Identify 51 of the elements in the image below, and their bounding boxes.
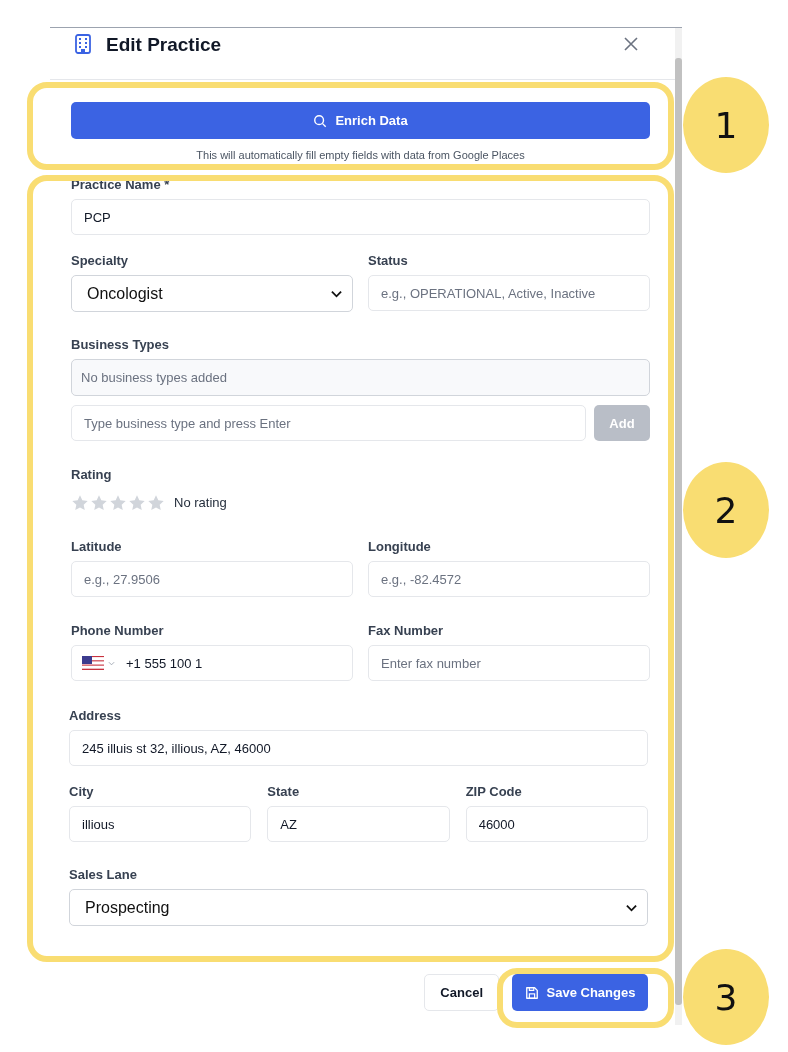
flag-icon[interactable] xyxy=(82,656,104,671)
caret-icon[interactable] xyxy=(108,661,115,666)
star-rating[interactable] xyxy=(71,494,165,511)
star-icon[interactable] xyxy=(71,494,89,511)
field-label: Business Types xyxy=(71,337,171,353)
field-label: ZIP Code xyxy=(465,784,523,800)
chevron-icon xyxy=(331,289,342,298)
cancel-button[interactable]: Cancel xyxy=(424,974,499,1011)
enrich-data-button[interactable]: Enrich Data xyxy=(71,102,650,139)
star-icon[interactable] xyxy=(109,494,127,511)
scrollbar[interactable] xyxy=(675,28,682,1025)
business-types-list: No business types added xyxy=(71,359,650,396)
field-label: Rating xyxy=(71,467,113,483)
specialty-select[interactable]: Oncologist xyxy=(71,275,353,312)
star-icon[interactable] xyxy=(90,494,108,511)
save-changes-button[interactable]: Save Changes xyxy=(512,974,648,1011)
search-icon xyxy=(313,113,328,128)
sales-lane-select[interactable]: Prospecting xyxy=(69,889,648,926)
chevron-icon xyxy=(626,903,637,912)
city-field[interactable]: illious xyxy=(69,806,252,842)
star-icon[interactable] xyxy=(128,494,146,511)
field-label: Phone Number xyxy=(71,623,165,639)
zip-code-field[interactable]: 46000 xyxy=(465,806,648,842)
rating-text: No rating xyxy=(174,495,227,510)
address-field[interactable]: 245 illuis st 32, illious, AZ, 46000 xyxy=(69,730,648,766)
practice-name-field[interactable]: PCP xyxy=(71,199,650,235)
field-label: City xyxy=(69,784,95,800)
building-icon xyxy=(75,34,91,54)
field-label: Specialty xyxy=(71,253,130,269)
step-number: 2 xyxy=(683,462,769,558)
longitude-field[interactable]: e.g., -82.4572 xyxy=(368,561,650,597)
state-field[interactable]: AZ xyxy=(267,806,450,842)
field-label: Fax Number xyxy=(368,623,445,639)
enrich-hint: This will automatically fill empty fields with data from Google Places xyxy=(195,149,526,161)
step-number: 1 xyxy=(683,77,769,173)
field-label: Latitude xyxy=(71,539,123,555)
field-label: Address xyxy=(69,708,123,724)
field-label: Sales Lane xyxy=(69,867,138,883)
status-field[interactable]: e.g., OPERATIONAL, Active, Inactive xyxy=(368,275,650,311)
field-label: State xyxy=(267,784,301,800)
save-icon xyxy=(524,985,539,1000)
field-label: Longitude xyxy=(368,539,432,555)
step-number: 3 xyxy=(683,949,769,1045)
star-icon[interactable] xyxy=(147,494,165,511)
fax-field[interactable]: Enter fax number xyxy=(368,645,650,681)
phone-field[interactable]: +1 555 100 1 xyxy=(71,645,353,681)
close-icon[interactable] xyxy=(623,36,639,52)
field-label: Status xyxy=(368,253,409,269)
latitude-field[interactable]: e.g., 27.9506 xyxy=(71,561,353,597)
business-type-field[interactable]: Type business type and press Enter xyxy=(71,405,586,441)
dialog-title: Edit Practice xyxy=(106,34,223,56)
